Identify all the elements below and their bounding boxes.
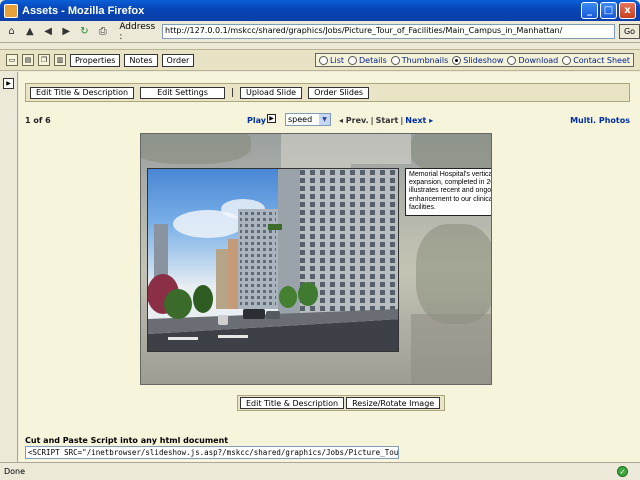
address-label: Address : <box>119 21 156 42</box>
view-slideshow[interactable]: Slideshow <box>452 55 503 65</box>
copy-icon[interactable]: ❐ <box>38 54 50 66</box>
forward-icon[interactable]: ▶ <box>59 24 74 40</box>
radio-selected-icon <box>452 55 462 65</box>
status-text: Done <box>4 467 26 476</box>
view-details[interactable]: Details <box>348 55 387 65</box>
window-controls: _ □ x <box>581 2 636 19</box>
notes-button[interactable]: Notes <box>124 53 158 67</box>
start-link[interactable]: Start <box>376 116 399 125</box>
pager: ◂ Prev. | Start | Next ▸ <box>339 115 434 125</box>
minimize-button[interactable]: _ <box>581 2 598 19</box>
go-button[interactable]: Go <box>619 24 640 39</box>
embed-script-input[interactable]: <SCRIPT SRC="/inetbrowser/slideshow.js.a… <box>25 446 399 459</box>
view-download[interactable]: Download <box>507 55 558 65</box>
view-thumbnails[interactable]: Thumbnails <box>390 55 448 65</box>
radio-icon <box>348 55 358 65</box>
main-content: Edit Title & Description Edit Settings |… <box>19 72 640 462</box>
multi-photos-link[interactable]: Multi. Photos <box>570 116 630 125</box>
background-tree <box>141 134 251 164</box>
order-slides-button[interactable]: Order Slides <box>308 86 370 99</box>
speed-select[interactable]: speed ▼ <box>285 113 331 126</box>
background-street <box>411 314 491 384</box>
slideshow-actionbar: Edit Title & Description Edit Settings |… <box>25 83 630 102</box>
prev-link[interactable]: ◂ Prev. <box>339 116 369 125</box>
window-titlebar: Assets - Mozilla Firefox _ □ x <box>0 0 640 21</box>
security-check-icon: ✓ <box>617 466 628 477</box>
slide-caption: Memorial Hospital's vertical expansion, … <box>405 168 491 216</box>
close-button[interactable]: x <box>619 2 636 19</box>
status-bar: Done ✓ <box>0 462 640 480</box>
hospital-photo-image <box>148 169 398 351</box>
radio-icon <box>319 55 329 65</box>
slide-counter: 1 of 6 <box>25 115 51 125</box>
radio-icon <box>390 55 400 65</box>
play-icon[interactable]: ▶ <box>267 114 276 123</box>
chevron-down-icon: ▼ <box>319 114 330 125</box>
background-building <box>351 134 411 164</box>
slide-frame: Memorial Hospital's vertical expansion, … <box>140 133 492 385</box>
properties-button[interactable]: Properties <box>70 53 121 67</box>
upload-slide-button[interactable]: Upload Slide <box>239 86 303 99</box>
print-icon[interactable]: ⎙ <box>95 24 110 40</box>
up-icon[interactable]: ▲ <box>22 24 37 40</box>
background-tree <box>416 224 491 324</box>
slideshow-nav: 1 of 6 Play ▶ speed ▼ ◂ Prev. | Start | … <box>25 113 630 127</box>
new-document-icon[interactable]: ▤ <box>22 54 34 66</box>
delete-icon[interactable]: ▥ <box>54 54 66 66</box>
embed-script-label: Cut and Paste Script into any html docum… <box>25 436 229 445</box>
edit-title-button[interactable]: Edit Title & Description <box>30 86 135 99</box>
resize-rotate-button[interactable]: Resize/Rotate Image <box>346 397 441 409</box>
order-button[interactable]: Order <box>161 53 195 67</box>
open-folder-icon[interactable]: ▭ <box>6 54 18 66</box>
next-link[interactable]: Next ▸ <box>405 116 433 125</box>
panel-toggle-icon[interactable]: ▶ <box>3 78 14 89</box>
reload-icon[interactable]: ↻ <box>77 24 92 40</box>
view-list[interactable]: List <box>319 55 344 65</box>
view-mode-group: List Details Thumbnails Slideshow Downlo… <box>315 53 634 67</box>
side-panel: ▶ <box>0 72 18 462</box>
window-title: Assets - Mozilla Firefox <box>22 4 145 17</box>
play-link[interactable]: Play <box>247 116 266 125</box>
radio-icon <box>562 55 572 65</box>
app-toolbar: ▭ ▤ ❐ ▥ Properties Notes Order List Deta… <box>0 49 640 71</box>
address-input[interactable]: http://127.0.0.1/mskcc/shared/graphics/J… <box>162 24 615 39</box>
back-icon[interactable]: ◀ <box>40 24 55 40</box>
maximize-button[interactable]: □ <box>600 2 617 19</box>
edit-settings-button[interactable]: Edit Settings <box>140 86 225 99</box>
view-contact-sheet[interactable]: Contact Sheet <box>562 55 630 65</box>
radio-icon <box>507 55 517 65</box>
slide-edit-title-button[interactable]: Edit Title & Description <box>240 397 345 409</box>
browser-navbar: ⌂ ▲ ◀ ▶ ↻ ⎙ Address : http://127.0.0.1/m… <box>0 21 640 43</box>
slide-photo <box>147 168 399 352</box>
firefox-icon <box>4 3 18 18</box>
slide-actions-bar: Edit Title & Description Resize/Rotate I… <box>237 395 446 411</box>
home-icon[interactable]: ⌂ <box>4 24 19 40</box>
separator: | <box>230 87 234 98</box>
